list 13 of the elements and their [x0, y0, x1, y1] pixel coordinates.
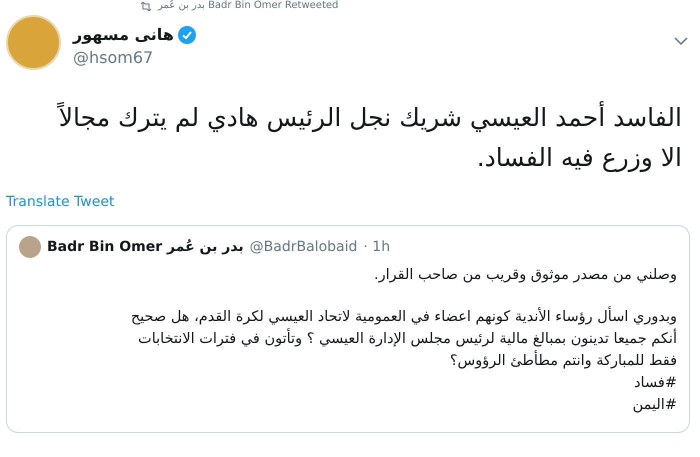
chevron-down-icon[interactable] [674, 37, 688, 46]
author-handle[interactable]: @hsom67 [73, 48, 662, 67]
retweet-icon [140, 2, 152, 10]
quoted-author-name[interactable]: Badr Bin Omer بدر بن عُمر [47, 239, 244, 255]
translate-link[interactable]: Translate Tweet [6, 194, 114, 210]
quoted-avatar[interactable] [19, 236, 41, 258]
quoted-tweet-card[interactable] [6, 225, 690, 433]
quoted-handle[interactable]: @BadrBalobaid [250, 239, 358, 255]
tweet-text: الفاسد أحمد العيسي شريك نجل الرئيس هادي لم يترك مجالاً الا وزرع فيه الفساد. [56, 100, 683, 174]
author-name[interactable]: هانى مسهور [73, 25, 174, 44]
quoted-tweet-text: وصلني من مصدر موثوق وقريب من صاحب القرار. [373, 266, 677, 285]
quoted-tweet-text: وبدوري اسأل رؤساء الأندية كونهم اعضاء في العمومية لاتحاد العيسي لكرة القدم، هل صحيح أنكم جميعا تدينون بمبالغ مالية لرئيس مجلس الإدارة العيسي ؟ وتأتون في فترات الانتخابات فقط للمباركة وانتم مطأطئ الرؤوس؟ #فساد #اليمن [19, 306, 677, 416]
quoted-time: · 1h [363, 239, 390, 255]
